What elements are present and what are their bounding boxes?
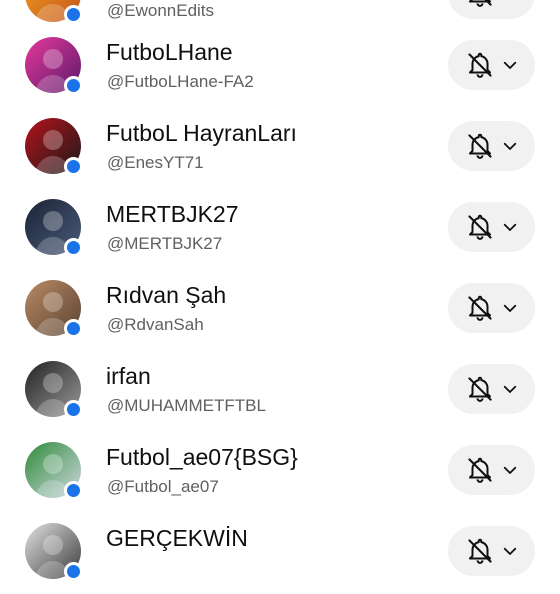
notification-settings-button[interactable] bbox=[448, 0, 535, 19]
new-content-dot bbox=[64, 238, 83, 257]
chevron-down-icon bbox=[503, 223, 516, 231]
channel-handle: @EnesYT71 bbox=[107, 153, 204, 172]
new-content-dot bbox=[64, 76, 83, 95]
new-content-dot bbox=[64, 319, 83, 338]
notification-settings-button[interactable] bbox=[448, 283, 535, 333]
channel-avatar[interactable] bbox=[25, 361, 83, 419]
bell-off-icon bbox=[467, 133, 492, 159]
subscription-row[interactable]: MERTBJK27 @MERTBJK27 bbox=[0, 189, 560, 270]
notification-settings-button[interactable] bbox=[448, 526, 535, 576]
chevron-down-icon bbox=[503, 466, 516, 474]
notification-settings-button[interactable] bbox=[448, 202, 535, 252]
channel-avatar[interactable] bbox=[25, 523, 83, 581]
channel-name[interactable]: FutboL HayranLarı bbox=[106, 120, 297, 147]
notification-settings-button[interactable] bbox=[448, 121, 535, 171]
channel-name[interactable]: FutboLHane bbox=[106, 39, 233, 66]
bell-off-icon bbox=[467, 214, 492, 240]
channel-handle: @MUHAMMETFTBL bbox=[107, 396, 266, 415]
channel-handle: @Futbol_ae07 bbox=[107, 477, 219, 496]
subscription-list: @EwonnEdits FutboLHane @FutboLHane-FA2 Futb… bbox=[0, 0, 560, 581]
bell-off-icon bbox=[467, 52, 492, 78]
channel-handle: @EwonnEdits bbox=[107, 1, 215, 20]
new-content-dot bbox=[64, 562, 83, 581]
channel-handle: @FutboLHane-FA2 bbox=[107, 72, 254, 91]
channel-name[interactable]: MERTBJK27 bbox=[106, 201, 239, 228]
channel-handle: @MERTBJK27 bbox=[107, 234, 223, 253]
notification-settings-button[interactable] bbox=[448, 364, 535, 414]
notification-settings-button[interactable] bbox=[448, 40, 535, 90]
bell-off-icon bbox=[467, 376, 492, 402]
channel-avatar[interactable] bbox=[25, 118, 83, 176]
channel-name[interactable]: Rıdvan Şah bbox=[106, 282, 226, 309]
channel-avatar[interactable] bbox=[25, 0, 83, 24]
bell-off-icon bbox=[468, 0, 492, 7]
subscription-row[interactable]: Rıdvan Şah @RdvanSah bbox=[0, 270, 560, 351]
channel-name[interactable]: Futbol_ae07{BSG} bbox=[106, 444, 298, 471]
bell-off-icon bbox=[467, 295, 492, 321]
new-content-dot bbox=[64, 157, 83, 176]
bell-off-icon bbox=[467, 538, 492, 564]
subscription-row[interactable]: irfan @MUHAMMETFTBL bbox=[0, 351, 560, 432]
new-content-dot bbox=[64, 5, 83, 24]
subscription-row[interactable]: FutboL HayranLarı @EnesYT71 bbox=[0, 108, 560, 189]
chevron-down-icon bbox=[503, 385, 516, 393]
chevron-down-icon bbox=[501, 0, 519, 3]
chevron-down-icon bbox=[503, 547, 516, 555]
new-content-dot bbox=[64, 400, 83, 419]
channel-handle: @RdvanSah bbox=[107, 315, 204, 334]
chevron-down-icon bbox=[503, 142, 516, 150]
channel-name[interactable]: GERÇEKWİN bbox=[106, 525, 248, 552]
notification-settings-button[interactable] bbox=[448, 445, 535, 495]
channel-avatar[interactable] bbox=[25, 37, 83, 95]
channel-avatar[interactable] bbox=[25, 442, 83, 500]
chevron-down-icon bbox=[503, 304, 516, 312]
channel-name[interactable]: irfan bbox=[106, 363, 151, 390]
subscription-row[interactable]: GERÇEKWİN bbox=[0, 513, 560, 594]
chevron-down-icon bbox=[503, 61, 516, 69]
bell-off-icon bbox=[467, 457, 492, 483]
subscription-row[interactable]: FutboLHane @FutboLHane-FA2 bbox=[0, 27, 560, 108]
new-content-dot bbox=[64, 481, 83, 500]
channel-avatar[interactable] bbox=[25, 280, 83, 338]
channel-avatar[interactable] bbox=[25, 199, 83, 257]
subscription-row[interactable]: Futbol_ae07{BSG} @Futbol_ae07 bbox=[0, 432, 560, 513]
